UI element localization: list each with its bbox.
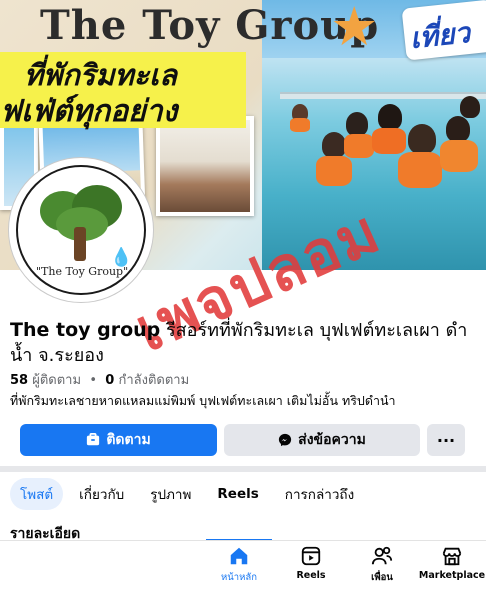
life-vest — [290, 118, 310, 132]
swimmer — [346, 112, 368, 136]
follow-icon — [87, 433, 100, 446]
tab-mentions[interactable]: การกล่าวถึง — [275, 478, 364, 510]
page-bio: ที่พักริมทะเลชายหาดแหลมแม่พิมพ์ บุฟเฟต์ท… — [10, 393, 396, 408]
life-vest — [344, 134, 374, 158]
followers-label[interactable]: ผู้ติดตาม — [32, 373, 81, 388]
starfish-icon: ★ — [330, 0, 379, 58]
nav-friends[interactable]: เพื่อน — [342, 545, 422, 585]
nav-reels[interactable]: Reels — [271, 545, 351, 581]
nav-home-label: หน้าหลัก — [221, 572, 257, 583]
swimmer — [460, 96, 480, 118]
more-icon: ··· — [436, 430, 456, 450]
profile-tabs: โพสต์ เกี่ยวกับ รูปภาพ Reels การกล่าวถึง — [10, 478, 370, 510]
nav-marketplace-label: Marketplace — [418, 570, 486, 581]
cover-tagline-line2: ฟเฟ่ต์ทุกอย่าง — [0, 94, 178, 129]
page-name-bold: The toy group — [10, 319, 161, 341]
messenger-icon — [279, 433, 292, 447]
avatar-caption: "The Toy Group" — [36, 265, 129, 278]
cover-tag-text: เที่ยว — [408, 15, 472, 56]
follow-label: ติดตาม — [106, 432, 151, 448]
nav-friends-label: เพื่อน — [371, 572, 393, 583]
more-options-button[interactable]: ··· — [427, 424, 465, 456]
tree-trunk — [74, 227, 86, 261]
swimmer — [322, 132, 346, 158]
tab-reels[interactable]: Reels — [207, 481, 268, 507]
nav-reels-label: Reels — [296, 570, 326, 581]
friends-icon — [371, 546, 393, 565]
following-count[interactable]: 0 — [105, 373, 114, 388]
home-icon — [230, 547, 248, 565]
following-label[interactable]: กำลังติดตาม — [118, 373, 189, 388]
tab-posts[interactable]: โพสต์ — [10, 478, 64, 510]
cover-title: The Toy Group — [40, 2, 380, 49]
marketplace-icon — [442, 547, 462, 566]
section-divider — [0, 466, 486, 472]
tab-photos[interactable]: รูปภาพ — [140, 478, 201, 510]
life-vest — [372, 128, 406, 154]
page-title: The toy group รีสอร์ทที่พักริมทะเล บุฟเฟ… — [10, 318, 480, 368]
swimmer — [446, 116, 470, 142]
nav-home[interactable]: หน้าหลัก — [199, 545, 279, 585]
swimmer — [378, 104, 402, 130]
reels-icon — [301, 546, 321, 566]
follower-stats: 58 ผู้ติดตาม • 0 กำลังติดตาม — [10, 373, 190, 388]
life-vest — [398, 152, 442, 188]
swimmer — [408, 124, 436, 154]
life-vest — [316, 156, 352, 186]
message-button[interactable]: ส่งข้อความ — [224, 424, 420, 456]
profile-avatar[interactable]: 💧 "The Toy Group" — [9, 158, 153, 302]
cover-pier — [280, 92, 486, 99]
life-vest — [440, 140, 478, 172]
tab-about[interactable]: เกี่ยวกับ — [69, 478, 134, 510]
message-label: ส่งข้อความ — [298, 432, 366, 448]
bottom-navigation: หน้าหลัก Reels เพื่อน Marketplace — [0, 540, 486, 600]
followers-count[interactable]: 58 — [10, 373, 28, 388]
nav-marketplace[interactable]: Marketplace — [412, 545, 486, 581]
follow-button[interactable]: ติดตาม — [20, 424, 217, 456]
